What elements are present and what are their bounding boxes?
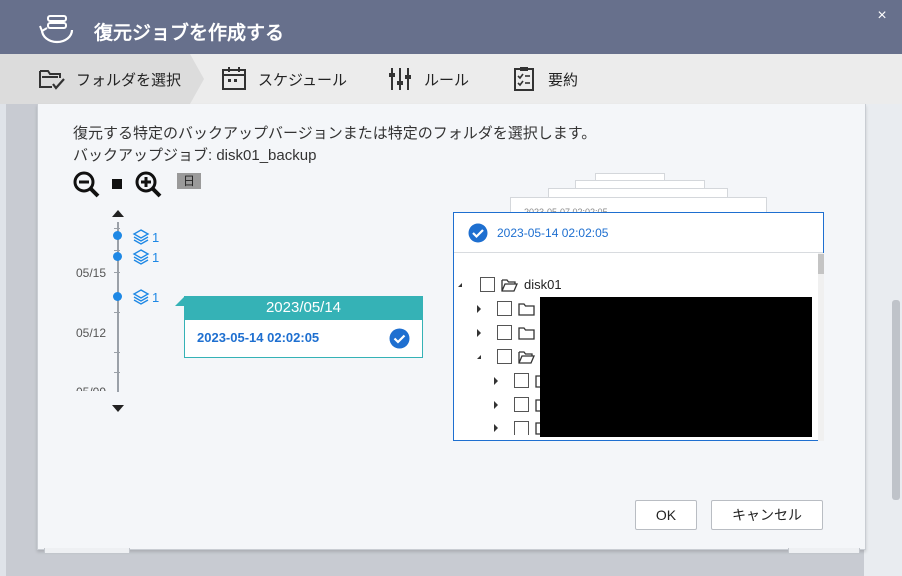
sliders-icon: [389, 68, 411, 90]
timeline-tick: [114, 272, 120, 273]
version-count: 1: [152, 249, 160, 265]
tree-node[interactable]: [477, 325, 541, 340]
calendar-icon: [222, 67, 246, 90]
zoom-reset-button[interactable]: [112, 179, 122, 189]
timeline-point[interactable]: [113, 292, 122, 301]
version-item[interactable]: 2023-05-14 02:02:05: [184, 320, 423, 358]
layers-icon: [132, 229, 150, 245]
expand-arrow-icon[interactable]: [494, 400, 498, 409]
tree-scrollbar-track[interactable]: [818, 253, 824, 441]
tree-checkbox[interactable]: [514, 373, 529, 388]
layers-icon: [132, 249, 150, 265]
step-label: ルール: [424, 71, 470, 89]
check-circle-icon: [389, 328, 410, 349]
restore-icon: [39, 15, 74, 44]
timeline-tick: [114, 312, 120, 313]
timeline-tick: [114, 352, 120, 353]
folder-check-icon: [39, 70, 65, 90]
dialog-titlebar: 復元ジョブを作成する ×: [0, 0, 902, 54]
zoom-out-icon[interactable]: [72, 170, 100, 198]
tree-checkbox[interactable]: [514, 421, 529, 435]
step-label: フォルダを選択: [76, 71, 182, 89]
timeline-tick: [114, 372, 120, 373]
step-summary[interactable]: 要約: [510, 54, 578, 104]
restore-job-dialog: 復元ジョブを作成する × フォルダを選択 スケジュール ルール 要約 復元する特…: [0, 0, 902, 576]
tree-node-root[interactable]: disk01: [458, 277, 562, 292]
timeline-up-arrow[interactable]: [112, 210, 124, 217]
expand-arrow-icon[interactable]: [494, 376, 498, 385]
timeline-axis: [117, 222, 119, 392]
tree-node[interactable]: [477, 349, 541, 364]
version-group[interactable]: 1: [132, 288, 159, 306]
folder-icon: [518, 302, 535, 316]
timeline-down-arrow[interactable]: [112, 405, 124, 412]
background-button-edge: [788, 548, 860, 554]
timeline-point[interactable]: [113, 252, 122, 261]
cancel-button[interactable]: キャンセル: [711, 500, 823, 530]
folder-open-icon: [501, 278, 518, 292]
wizard-steps: フォルダを選択 スケジュール ルール 要約: [0, 54, 902, 104]
collapse-arrow-icon[interactable]: [477, 354, 481, 359]
folder-open-icon: [518, 350, 535, 364]
version-time: 2023-05-14 02:02:05: [197, 330, 320, 345]
tree-node[interactable]: [477, 301, 541, 316]
instruction-text: 復元する特定のバックアップバージョンまたは特定のフォルダを選択します。: [73, 125, 597, 142]
check-circle-icon: [468, 223, 488, 243]
tree-checkbox[interactable]: [497, 325, 512, 340]
folder-icon: [518, 326, 535, 340]
timeline-date-label: 05/09: [76, 385, 106, 391]
backup-job-label: バックアップジョブ: disk01_backup: [73, 147, 317, 164]
tree-node-label: disk01: [524, 277, 562, 292]
close-button[interactable]: ×: [874, 8, 890, 24]
redacted-folder-names: [540, 297, 812, 437]
timeline-tick: [114, 228, 120, 229]
version-group[interactable]: 1: [132, 228, 159, 246]
step-select-folder[interactable]: フォルダを選択: [0, 54, 190, 104]
tree-checkbox[interactable]: [480, 277, 495, 292]
timeline-tick: [114, 250, 120, 251]
timeline-date-label: 05/15: [76, 266, 107, 280]
tree-checkbox[interactable]: [514, 397, 529, 412]
step-rules[interactable]: ルール: [386, 54, 469, 104]
step-schedule[interactable]: スケジュール: [220, 54, 347, 104]
zoom-level-day[interactable]: 日: [177, 173, 201, 189]
expand-arrow-icon[interactable]: [477, 304, 481, 313]
selected-version-header: 2023-05-14 02:02:05: [454, 213, 823, 253]
step-label: 要約: [548, 71, 579, 89]
active-step-arrow: [190, 54, 204, 104]
expand-arrow-icon[interactable]: [477, 328, 481, 337]
collapse-arrow-icon[interactable]: [458, 282, 462, 287]
version-date-header: 2023/05/14: [184, 296, 423, 320]
step-label: スケジュール: [258, 71, 347, 89]
dialog-title: 復元ジョブを作成する: [94, 23, 285, 44]
tree-checkbox[interactable]: [497, 349, 512, 364]
timeline-date-label: 05/12: [76, 326, 107, 340]
layers-icon: [132, 289, 150, 305]
zoom-in-icon[interactable]: [134, 170, 162, 198]
version-count: 1: [152, 229, 160, 245]
version-card: 2023/05/14 2023-05-14 02:02:05: [175, 296, 423, 358]
tree-checkbox[interactable]: [497, 301, 512, 316]
ok-button[interactable]: OK: [635, 500, 697, 530]
background-button-edge: [44, 548, 130, 554]
expand-arrow-icon[interactable]: [494, 424, 498, 432]
tree-scrollbar-thumb[interactable]: [818, 254, 824, 274]
version-group[interactable]: 1: [132, 248, 159, 266]
clipboard-icon: [514, 67, 534, 91]
version-count: 1: [152, 289, 160, 305]
timeline-point[interactable]: [113, 231, 122, 240]
selected-version-time: 2023-05-14 02:02:05: [497, 226, 609, 240]
